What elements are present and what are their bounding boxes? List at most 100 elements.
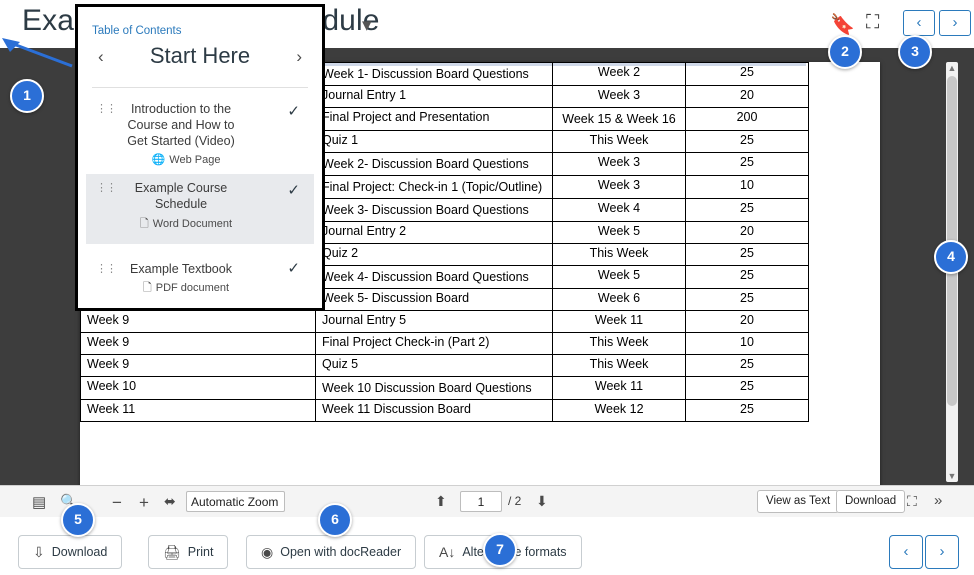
drag-handle-icon[interactable]: ⋮⋮ — [96, 104, 117, 116]
cell-due: Week 6 — [552, 288, 686, 311]
globe-icon: 🌐 — [151, 154, 166, 166]
table-row: Week 9 Quiz 5 This Week 25 — [80, 354, 809, 377]
cell-points: 10 — [685, 332, 809, 355]
cell-assignment: Week 3- Discussion Board Questions — [315, 198, 553, 222]
print-button[interactable]: 🖨 Print — [148, 535, 229, 569]
toc-item-example-textbook[interactable]: ⋮⋮ Example Textbook 🗋 PDF document ✓ — [86, 255, 314, 307]
scroll-down-icon[interactable]: ▼ — [947, 470, 957, 482]
zoom-in-icon[interactable]: + — [139, 493, 149, 513]
printer-icon: 🖨 — [163, 543, 181, 560]
toc-item-check-icon: ✓ — [287, 182, 300, 199]
cell-assignment: Week 11 Discussion Board — [315, 399, 553, 422]
table-row: Week 9 Journal Entry 5 Week 11 20 — [80, 310, 809, 333]
fullscreen-icon[interactable]: ⛶ — [866, 12, 879, 34]
cell-week: Week 10 — [80, 376, 316, 400]
toc-item-check-icon: ✓ — [287, 260, 300, 277]
page-number-input[interactable]: 1 — [460, 491, 502, 512]
toc-prev-arrow[interactable]: ‹ — [98, 47, 104, 67]
callout-badge-6: 6 — [318, 503, 352, 537]
toc-item-type: 🗋 Word Document — [116, 215, 256, 234]
next-item-button-bottom[interactable]: › — [925, 535, 959, 569]
cell-assignment: Journal Entry 1 — [315, 85, 553, 108]
callout-badge-4: 4 — [934, 240, 968, 274]
toc-item-type: 🗋 PDF document — [116, 279, 256, 298]
callout-badge-1: 1 — [10, 79, 44, 113]
cell-points: 25 — [685, 376, 809, 400]
cell-due: This Week — [552, 332, 686, 355]
double-chevron-right-icon[interactable]: » — [934, 492, 942, 509]
chevron-down-icon[interactable]: ▾ — [362, 14, 372, 37]
open-with-docreader-button[interactable]: ◉ Open with docReader — [246, 535, 417, 569]
callout-badge-3: 3 — [898, 35, 932, 69]
presentation-mode-icon[interactable]: ⛶ — [907, 493, 917, 510]
annotation-arrow — [2, 38, 73, 68]
cell-points: 20 — [685, 221, 809, 244]
view-as-text-button[interactable]: View as Text — [757, 490, 840, 513]
page-down-icon[interactable]: ⬇ — [536, 493, 548, 510]
cell-assignment: Week 2- Discussion Board Questions — [315, 152, 553, 176]
toc-item-check-icon: ✓ — [287, 103, 300, 120]
toc-item-title: Example Textbook — [130, 262, 232, 276]
toolbar-download-button[interactable]: Download — [836, 490, 906, 513]
toc-item-intro[interactable]: ⋮⋮ Introduction to the Course and How to… — [86, 95, 314, 166]
cell-points: 10 — [685, 175, 809, 199]
table-row: Week 10 Week 10 Discussion Board Questio… — [80, 376, 809, 400]
cell-assignment: Quiz 2 — [315, 243, 553, 266]
cell-assignment: Week 5- Discussion Board — [315, 288, 553, 311]
cell-assignment: Week 1- Discussion Board Questions — [315, 62, 553, 86]
print-button-label: Print — [187, 545, 214, 559]
fit-width-icon[interactable]: ⬌ — [164, 493, 176, 510]
document-icon: 🗋 — [142, 282, 152, 294]
bookmark-icon[interactable]: 🔖 — [830, 12, 855, 37]
cell-due: Week 3 — [552, 175, 686, 199]
cell-due: Week 3 — [552, 85, 686, 108]
callout-badge-5: 5 — [61, 503, 95, 537]
toc-item-title: Example Course Schedule — [134, 181, 228, 211]
docreader-button-label: Open with docReader — [280, 545, 402, 559]
cell-due: Week 11 — [552, 310, 686, 333]
cell-week: Week 9 — [80, 310, 316, 333]
cell-assignment: Quiz 5 — [315, 354, 553, 377]
toc-item-type: 🌐 Web Page — [116, 153, 256, 166]
cell-assignment: Week 10 Discussion Board Questions — [315, 376, 553, 400]
accessibility-a-icon: A↓ — [439, 544, 456, 560]
cell-points: 25 — [685, 399, 809, 422]
drag-handle-icon[interactable]: ⋮⋮ — [96, 183, 117, 195]
toc-item-title: Introduction to the Course and How to Ge… — [127, 102, 235, 148]
cell-points: 25 — [685, 62, 809, 86]
cell-points: 25 — [685, 198, 809, 222]
cell-week: Week 11 — [80, 399, 316, 422]
zoom-select[interactable]: Automatic Zoom — [186, 491, 285, 512]
toc-item-example-course-schedule[interactable]: ⋮⋮ Example Course Schedule 🗋 Word Documen… — [86, 174, 314, 244]
cell-due: Week 12 — [552, 399, 686, 422]
cell-due: This Week — [552, 354, 686, 377]
download-button-label: Download — [51, 545, 108, 559]
callout-badge-7: 7 — [483, 533, 517, 567]
previous-item-button-top[interactable]: ‹ — [903, 10, 935, 36]
zoom-out-icon[interactable]: − — [112, 493, 122, 513]
page-total-label: / 2 — [508, 494, 522, 508]
cell-points: 25 — [685, 130, 809, 153]
cell-points: 200 — [685, 107, 809, 131]
toc-label: Table of Contents — [92, 25, 182, 37]
drag-handle-icon[interactable]: ⋮⋮ — [96, 264, 117, 276]
page-up-icon[interactable]: ⬆ — [435, 493, 447, 510]
cell-due: Week 5 — [552, 265, 686, 289]
next-item-button-top[interactable]: › — [939, 10, 971, 36]
scroll-up-icon[interactable]: ▲ — [947, 62, 957, 74]
toc-next-arrow[interactable]: › — [296, 47, 302, 67]
cell-points: 25 — [685, 354, 809, 377]
table-row: Week 11 Week 11 Discussion Board Week 12… — [80, 399, 809, 422]
previous-item-button-bottom[interactable]: ‹ — [889, 535, 923, 569]
cell-points: 25 — [685, 243, 809, 266]
toc-divider — [92, 87, 308, 88]
pdf-toolbar: ▤ 🔍 − + ⬌ Automatic Zoom ⬆ 1 / 2 ⬇ View … — [0, 485, 974, 519]
cell-due: Week 15 & Week 16 — [552, 107, 686, 131]
callout-badge-2: 2 — [828, 35, 862, 69]
download-button[interactable]: ⇩ Download — [18, 535, 123, 569]
table-row: Week 9 Final Project Check-in (Part 2) T… — [80, 332, 809, 355]
cell-points: 25 — [685, 152, 809, 176]
cell-points: 20 — [685, 85, 809, 108]
sidebar-toggle-icon[interactable]: ▤ — [32, 493, 46, 511]
cell-due: Week 4 — [552, 198, 686, 222]
